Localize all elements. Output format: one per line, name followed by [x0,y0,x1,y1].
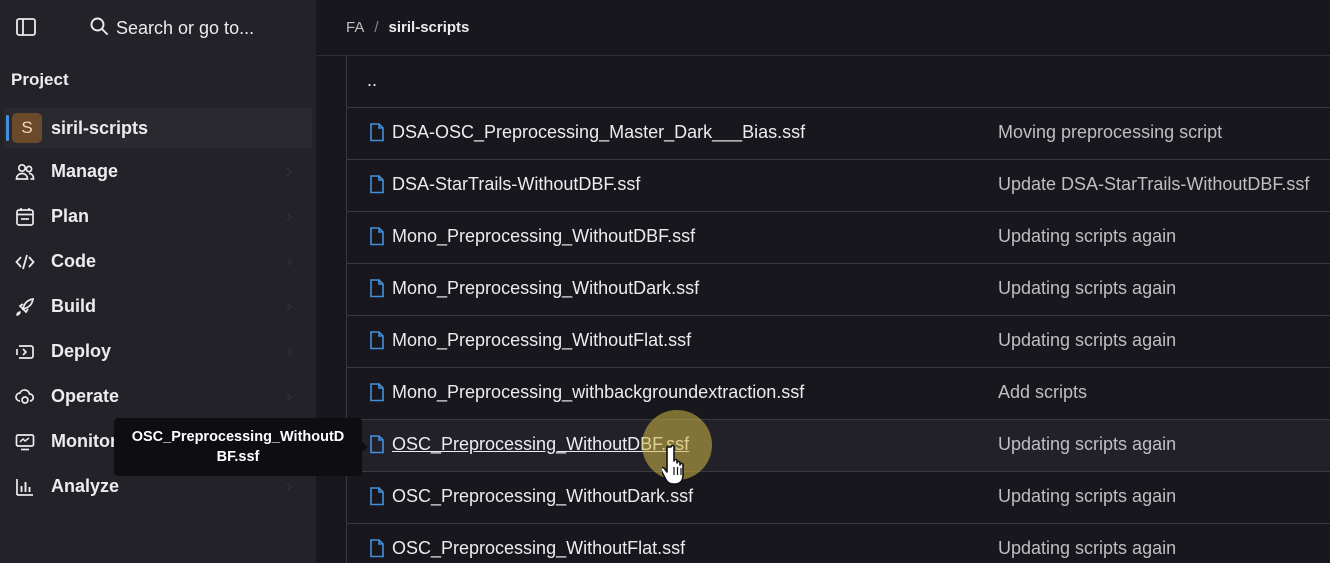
active-indicator [6,115,9,141]
file-name-link[interactable]: DSA-StarTrails-WithoutDBF.ssf [392,174,640,195]
sidebar-item-plan[interactable]: Plan [4,196,312,236]
chevron-right-icon [284,300,294,312]
commit-message-link[interactable]: Updating scripts again [998,434,1176,455]
file-icon [369,123,385,142]
table-row[interactable]: OSC_Preprocessing_WithoutDark.ssf Updati… [347,472,1330,524]
sidebar-item-operate[interactable]: Operate [4,376,312,416]
deploy-icon [15,342,35,362]
sidebar-toggle-icon[interactable] [16,18,36,36]
sidebar-item-deploy[interactable]: Deploy [4,331,312,371]
file-name-link[interactable]: Mono_Preprocessing_WithoutDBF.ssf [392,226,695,247]
file-name-link[interactable]: Mono_Preprocessing_WithoutFlat.ssf [392,330,691,351]
breadcrumb-root-link[interactable]: FA [346,19,364,36]
tooltip-line: BF.ssf [216,449,260,465]
code-icon [15,252,35,272]
file-icon [369,331,385,350]
search-icon [90,17,108,40]
chart-icon [15,477,35,497]
commit-message-link[interactable]: Updating scripts again [998,278,1176,299]
users-icon [15,162,35,182]
table-row-hovered[interactable]: OSC_Preprocessing_WithoutDBF.ssf Updatin… [347,420,1330,472]
file-icon [369,279,385,298]
project-avatar: S [12,113,42,143]
sidebar-item-label: Monitor [51,431,117,451]
table-row[interactable]: Mono_Preprocessing_WithoutFlat.ssf Updat… [347,316,1330,368]
project-name: siril-scripts [51,118,149,138]
breadcrumb-current-link[interactable]: siril-scripts [389,19,470,36]
file-name-link[interactable]: Mono_Preprocessing_WithoutDark.ssf [392,278,699,299]
file-icon [369,175,385,194]
sidebar-item-label: Analyze [51,476,120,496]
file-name-tooltip: OSC_Preprocessing_WithoutD BF.ssf [114,418,362,476]
sidebar-section-title: Project [11,70,69,89]
table-row[interactable]: DSA-StarTrails-WithoutDBF.ssf Update DSA… [347,160,1330,212]
file-icon [369,435,385,454]
sidebar-item-label: Deploy [51,341,112,361]
commit-message-link[interactable]: Updating scripts again [998,330,1176,351]
chevron-right-icon [284,255,294,267]
sidebar-top: Search or go to... [0,0,316,56]
cloud-gear-icon [15,387,35,407]
tooltip-arrow [362,442,368,452]
commit-message-link[interactable]: Updating scripts again [998,486,1176,507]
rocket-icon [15,297,35,317]
commit-message-link[interactable]: Updating scripts again [998,538,1176,559]
table-row[interactable]: Mono_Preprocessing_WithoutDark.ssf Updat… [347,264,1330,316]
sidebar-item-label: Plan [51,206,90,226]
table-row-parent[interactable]: .. [347,56,1330,108]
sidebar-item-label: Code [51,251,96,271]
table-row[interactable]: Mono_Preprocessing_WithoutDBF.ssf Updati… [347,212,1330,264]
file-icon [369,227,385,246]
monitor-icon [15,432,35,452]
commit-message-link[interactable]: Add scripts [998,382,1087,403]
file-table: .. DSA-OSC_Preprocessing_Master_Dark___B… [346,56,1330,563]
sidebar-item-label: Operate [51,386,120,406]
search-button[interactable]: Search or go to... [90,14,254,42]
sidebar-item-manage[interactable]: Manage [4,151,312,191]
commit-message-link[interactable]: Update DSA-StarTrails-WithoutDBF.ssf [998,174,1309,195]
breadcrumb-separator: / [374,19,379,36]
chevron-right-icon [284,390,294,402]
chevron-right-icon [284,345,294,357]
table-row[interactable]: OSC_Preprocessing_WithoutFlat.ssf Updati… [347,524,1330,563]
breadcrumb: FA / siril-scripts [316,0,1330,56]
sidebar: Search or go to... Project S siril-scrip… [0,0,316,563]
table-row[interactable]: Mono_Preprocessing_withbackgroundextract… [347,368,1330,420]
chevron-right-icon [284,165,294,177]
search-label: Search or go to... [116,17,255,38]
file-icon [369,383,385,402]
parent-directory-link[interactable]: .. [367,70,377,91]
hand-cursor-icon [659,443,694,493]
file-name-link[interactable]: OSC_Preprocessing_WithoutFlat.ssf [392,538,685,559]
file-name-link[interactable]: OSC_Preprocessing_WithoutDark.ssf [392,486,693,507]
sidebar-item-code[interactable]: Code [4,241,312,281]
table-row[interactable]: DSA-OSC_Preprocessing_Master_Dark___Bias… [347,108,1330,160]
tooltip-line: OSC_Preprocessing_WithoutD [131,429,345,445]
plan-icon [15,207,35,227]
sidebar-item-label: Build [51,296,96,316]
sidebar-item-project[interactable]: S siril-scripts [4,108,312,148]
file-name-link[interactable]: Mono_Preprocessing_withbackgroundextract… [392,382,804,403]
sidebar-item-build[interactable]: Build [4,286,312,326]
file-icon [369,539,385,558]
commit-message-link[interactable]: Updating scripts again [998,226,1176,247]
file-name-link[interactable]: DSA-OSC_Preprocessing_Master_Dark___Bias… [392,122,805,143]
file-icon [369,487,385,506]
chevron-right-icon [284,210,294,222]
chevron-right-icon [284,480,294,492]
sidebar-item-label: Manage [51,161,119,181]
commit-message-link[interactable]: Moving preprocessing script [998,122,1222,143]
